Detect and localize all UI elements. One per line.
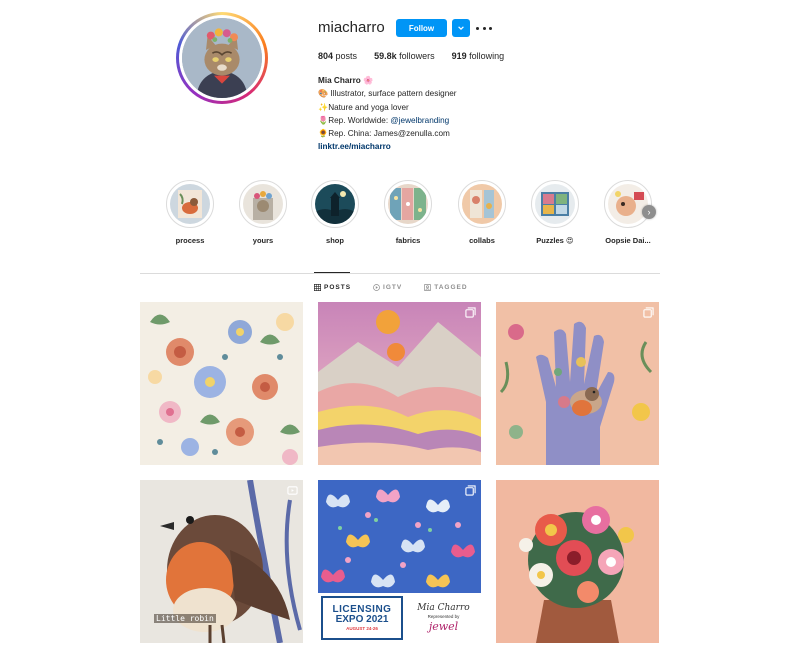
bio-line-prefix: 🌷Rep. Worldwide:	[318, 115, 391, 125]
highlight-label: Oopsie Dai...	[605, 236, 651, 245]
multiple-images-icon	[643, 307, 654, 318]
following-label: following	[469, 51, 505, 61]
multiple-images-icon	[465, 485, 476, 496]
expo-banner: LICENSING EXPO 2021 AUGUST 24-26 Mia Cha…	[318, 593, 481, 643]
profile-tabs: POSTS IGTV TAGGED	[314, 284, 468, 291]
multiple-images-icon	[465, 307, 476, 318]
post-overlay-caption: Little robin	[154, 614, 216, 623]
agency-logo: jewel	[428, 620, 459, 633]
tab-tagged[interactable]: TAGGED	[424, 284, 467, 291]
highlights-next-button[interactable]: ›	[642, 205, 656, 219]
post-thumbnail[interactable]	[496, 302, 659, 465]
highlight-thumbnail	[388, 184, 428, 224]
posts-count: 804	[318, 51, 334, 61]
post-thumbnail[interactable]	[496, 480, 659, 643]
highlight-thumbnail	[243, 184, 283, 224]
expo-signature-block: Mia Charro Represented by jewel	[406, 593, 481, 643]
chevron-down-icon	[458, 26, 464, 31]
bio-external-link[interactable]: linktr.ee/miacharro	[318, 140, 457, 153]
tab-label: TAGGED	[434, 284, 468, 291]
suggested-accounts-button[interactable]	[452, 19, 470, 37]
tab-igtv[interactable]: IGTV	[373, 284, 402, 291]
hand-with-robin-image	[496, 302, 659, 465]
cat-portrait-avatar-image	[182, 18, 262, 98]
licensing-expo-badge: LICENSING EXPO 2021 AUGUST 24-26	[321, 596, 403, 640]
posts-label: posts	[335, 51, 358, 61]
highlight-process[interactable]: process	[160, 180, 220, 245]
tab-label: IGTV	[383, 284, 403, 291]
story-highlights: process yours shop fabrics collabs Puzzl…	[160, 180, 660, 250]
following-count: 919	[451, 51, 467, 61]
highlight-label: Puzzles 😍	[536, 236, 574, 245]
profile-avatar[interactable]	[176, 12, 268, 104]
posts-grid: Little robin LICENSING EXPO 2021 AUGUST …	[140, 302, 660, 643]
bio-mention-link[interactable]: @jewelbranding	[390, 116, 449, 125]
bio-line: ✨Nature and yoga lover	[318, 102, 409, 112]
igtv-icon	[373, 284, 380, 291]
profile-username: miacharro	[318, 19, 385, 36]
bio-line: 🌻Rep. China: James@zenulla.com	[318, 129, 450, 139]
post-thumbnail[interactable]	[318, 302, 481, 465]
followers-count: 59.8k	[374, 51, 397, 61]
follow-button[interactable]: Follow	[396, 19, 447, 37]
tab-label: POSTS	[324, 284, 352, 291]
highlight-label: collabs	[469, 236, 495, 245]
tagged-user-icon	[424, 284, 432, 291]
highlight-label: process	[175, 236, 205, 245]
tabs-divider	[140, 273, 660, 274]
floral-pattern-image	[140, 302, 303, 465]
dot-icon	[489, 26, 492, 30]
highlight-thumbnail	[170, 184, 210, 224]
dot-icon	[476, 26, 479, 30]
grid-icon	[314, 284, 321, 291]
active-tab-indicator	[314, 272, 350, 273]
flower-bouquet-image	[496, 480, 659, 643]
highlight-label: fabrics	[395, 236, 421, 245]
highlight-fabrics[interactable]: fabrics	[378, 180, 438, 245]
post-thumbnail[interactable]: LICENSING EXPO 2021 AUGUST 24-26 Mia Cha…	[318, 480, 481, 643]
highlight-thumbnail	[462, 184, 502, 224]
bio-full-name: Mia Charro 🌸	[318, 76, 374, 85]
more-options-button[interactable]	[476, 21, 492, 35]
represented-by-text: Represented by	[427, 614, 460, 619]
followers-stat[interactable]: 59.8k followers	[374, 51, 435, 61]
followers-label: followers	[399, 51, 435, 61]
profile-stats: 804 posts 59.8k followers 919 following	[318, 51, 504, 61]
bio-line: 🎨 Illustrator, surface pattern designer	[318, 89, 457, 99]
expo-dates: AUGUST 24-26	[346, 625, 378, 631]
highlight-collabs[interactable]: collabs	[452, 180, 512, 245]
highlight-label: shop	[326, 236, 344, 245]
dot-icon	[482, 26, 486, 30]
profile-bio: Mia Charro 🌸 🎨 Illustrator, surface patt…	[318, 74, 457, 154]
highlight-shop[interactable]: shop	[305, 180, 365, 245]
highlight-thumbnail	[315, 184, 355, 224]
post-thumbnail[interactable]: Little robin	[140, 480, 303, 643]
highlight-label: yours	[252, 236, 274, 245]
post-thumbnail[interactable]	[140, 302, 303, 465]
following-stat[interactable]: 919 following	[452, 51, 505, 61]
highlight-thumbnail	[608, 184, 648, 224]
highlight-puzzles[interactable]: Puzzles 😍	[525, 180, 585, 245]
highlight-yours[interactable]: yours	[233, 180, 293, 245]
artist-signature: Mia Charro	[417, 603, 470, 613]
expo-title-bottom: EXPO 2021	[335, 613, 389, 625]
tab-posts[interactable]: POSTS	[314, 284, 351, 291]
posts-stat: 804 posts	[318, 51, 357, 61]
video-icon	[287, 486, 298, 495]
chevron-right-icon: ›	[647, 207, 651, 217]
bio-line: 🌷Rep. Worldwide: @jewelbranding	[318, 114, 457, 127]
abstract-landscape-image	[318, 302, 481, 465]
highlight-thumbnail	[535, 184, 575, 224]
